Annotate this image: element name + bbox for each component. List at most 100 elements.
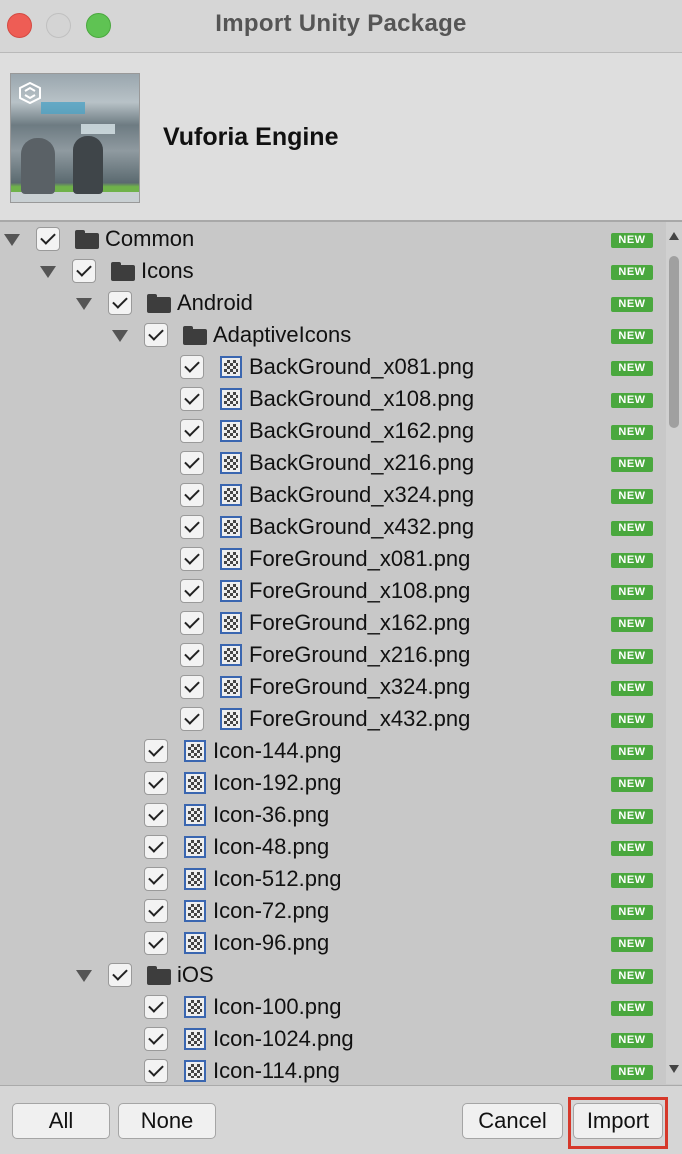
expand-arrow-icon[interactable] bbox=[76, 298, 92, 310]
texture-file-icon bbox=[220, 580, 242, 602]
tree-scrollbar[interactable] bbox=[666, 222, 682, 1084]
include-checkbox[interactable] bbox=[180, 643, 204, 667]
include-checkbox[interactable] bbox=[180, 579, 204, 603]
tree-file-row[interactable]: Icon-48.png NEW bbox=[0, 831, 665, 863]
cancel-button[interactable]: Cancel bbox=[462, 1103, 563, 1139]
new-badge: NEW bbox=[611, 617, 653, 632]
tree-folder-row[interactable]: Common NEW bbox=[0, 223, 665, 255]
expand-arrow-icon[interactable] bbox=[112, 330, 128, 342]
texture-file-icon bbox=[220, 708, 242, 730]
expand-arrow-icon[interactable] bbox=[76, 970, 92, 982]
tree-folder-row[interactable]: Icons NEW bbox=[0, 255, 665, 287]
new-badge: NEW bbox=[611, 521, 653, 536]
folder-icon bbox=[75, 230, 99, 249]
tree-file-row[interactable]: ForeGround_x324.png NEW bbox=[0, 671, 665, 703]
scroll-thumb[interactable] bbox=[669, 256, 679, 428]
include-checkbox[interactable] bbox=[144, 1027, 168, 1051]
tree-file-row[interactable]: BackGround_x081.png NEW bbox=[0, 351, 665, 383]
expand-arrow-icon[interactable] bbox=[4, 234, 20, 246]
tree-file-row[interactable]: ForeGround_x216.png NEW bbox=[0, 639, 665, 671]
include-checkbox[interactable] bbox=[144, 867, 168, 891]
tree-item-label: Icon-48.png bbox=[213, 834, 330, 859]
tree-item-label: Icon-114.png bbox=[213, 1058, 340, 1083]
include-checkbox[interactable] bbox=[108, 291, 132, 315]
include-checkbox[interactable] bbox=[144, 803, 168, 827]
new-badge: NEW bbox=[611, 233, 653, 248]
include-checkbox[interactable] bbox=[180, 675, 204, 699]
include-checkbox[interactable] bbox=[180, 547, 204, 571]
tree-file-row[interactable]: Icon-114.png NEW bbox=[0, 1055, 665, 1084]
new-badge: NEW bbox=[611, 713, 653, 728]
tree-item-label: BackGround_x162.png bbox=[249, 418, 475, 443]
tree-item-label: BackGround_x324.png bbox=[249, 482, 475, 507]
tree-file-row[interactable]: Icon-1024.png NEW bbox=[0, 1023, 665, 1055]
tree-item-label: Icons bbox=[141, 258, 194, 283]
tree-folder-row[interactable]: iOS NEW bbox=[0, 959, 665, 991]
tree-file-row[interactable]: Icon-144.png NEW bbox=[0, 735, 665, 767]
tree-item-label: ForeGround_x432.png bbox=[249, 706, 471, 731]
tree-file-row[interactable]: Icon-72.png NEW bbox=[0, 895, 665, 927]
include-checkbox[interactable] bbox=[180, 707, 204, 731]
include-checkbox[interactable] bbox=[180, 419, 204, 443]
tree-item-label: ForeGround_x108.png bbox=[249, 578, 471, 603]
tree-file-row[interactable]: ForeGround_x432.png NEW bbox=[0, 703, 665, 735]
include-checkbox[interactable] bbox=[144, 835, 168, 859]
texture-file-icon bbox=[220, 452, 242, 474]
include-checkbox[interactable] bbox=[108, 963, 132, 987]
include-checkbox[interactable] bbox=[180, 515, 204, 539]
include-checkbox[interactable] bbox=[180, 611, 204, 635]
tree-file-row[interactable]: Icon-512.png NEW bbox=[0, 863, 665, 895]
tree-item-label: Icon-144.png bbox=[213, 738, 342, 763]
tree-file-row[interactable]: Icon-96.png NEW bbox=[0, 927, 665, 959]
include-checkbox[interactable] bbox=[144, 739, 168, 763]
tree-file-row[interactable]: BackGround_x162.png NEW bbox=[0, 415, 665, 447]
tree-item-label: BackGround_x108.png bbox=[249, 386, 475, 411]
tree-item-label: BackGround_x081.png bbox=[249, 354, 475, 379]
new-badge: NEW bbox=[611, 777, 653, 792]
scroll-up-arrow-icon[interactable] bbox=[669, 232, 679, 240]
new-badge: NEW bbox=[611, 585, 653, 600]
select-none-button[interactable]: None bbox=[118, 1103, 216, 1139]
tree-file-row[interactable]: Icon-36.png NEW bbox=[0, 799, 665, 831]
package-thumbnail bbox=[10, 73, 140, 203]
title-bar: Import Unity Package bbox=[0, 0, 682, 53]
tree-item-label: Android bbox=[177, 290, 253, 315]
tree-file-row[interactable]: BackGround_x324.png NEW bbox=[0, 479, 665, 511]
include-checkbox[interactable] bbox=[72, 259, 96, 283]
new-badge: NEW bbox=[611, 969, 653, 984]
new-badge: NEW bbox=[611, 873, 653, 888]
tree-item-label: ForeGround_x081.png bbox=[249, 546, 471, 571]
include-checkbox[interactable] bbox=[144, 931, 168, 955]
expand-arrow-icon[interactable] bbox=[40, 266, 56, 278]
texture-file-icon bbox=[184, 1060, 206, 1082]
include-checkbox[interactable] bbox=[144, 995, 168, 1019]
tree-file-row[interactable]: BackGround_x216.png NEW bbox=[0, 447, 665, 479]
package-name: Vuforia Engine bbox=[163, 123, 339, 151]
include-checkbox[interactable] bbox=[180, 483, 204, 507]
vuforia-logo-icon bbox=[19, 82, 41, 104]
tree-file-row[interactable]: ForeGround_x162.png NEW bbox=[0, 607, 665, 639]
tree-file-row[interactable]: ForeGround_x108.png NEW bbox=[0, 575, 665, 607]
tree-file-row[interactable]: Icon-100.png NEW bbox=[0, 991, 665, 1023]
new-badge: NEW bbox=[611, 905, 653, 920]
include-checkbox[interactable] bbox=[144, 323, 168, 347]
tree-folder-row[interactable]: Android NEW bbox=[0, 287, 665, 319]
scroll-down-arrow-icon[interactable] bbox=[669, 1065, 679, 1073]
tree-folder-row[interactable]: AdaptiveIcons NEW bbox=[0, 319, 665, 351]
select-all-button[interactable]: All bbox=[12, 1103, 110, 1139]
tree-item-label: Icon-36.png bbox=[213, 802, 330, 827]
texture-file-icon bbox=[184, 932, 206, 954]
new-badge: NEW bbox=[611, 937, 653, 952]
tree-file-row[interactable]: BackGround_x432.png NEW bbox=[0, 511, 665, 543]
tree-file-row[interactable]: Icon-192.png NEW bbox=[0, 767, 665, 799]
include-checkbox[interactable] bbox=[180, 387, 204, 411]
include-checkbox[interactable] bbox=[36, 227, 60, 251]
include-checkbox[interactable] bbox=[144, 771, 168, 795]
include-checkbox[interactable] bbox=[144, 899, 168, 923]
include-checkbox[interactable] bbox=[180, 451, 204, 475]
include-checkbox[interactable] bbox=[180, 355, 204, 379]
include-checkbox[interactable] bbox=[144, 1059, 168, 1083]
texture-file-icon bbox=[184, 836, 206, 858]
tree-file-row[interactable]: BackGround_x108.png NEW bbox=[0, 383, 665, 415]
tree-file-row[interactable]: ForeGround_x081.png NEW bbox=[0, 543, 665, 575]
